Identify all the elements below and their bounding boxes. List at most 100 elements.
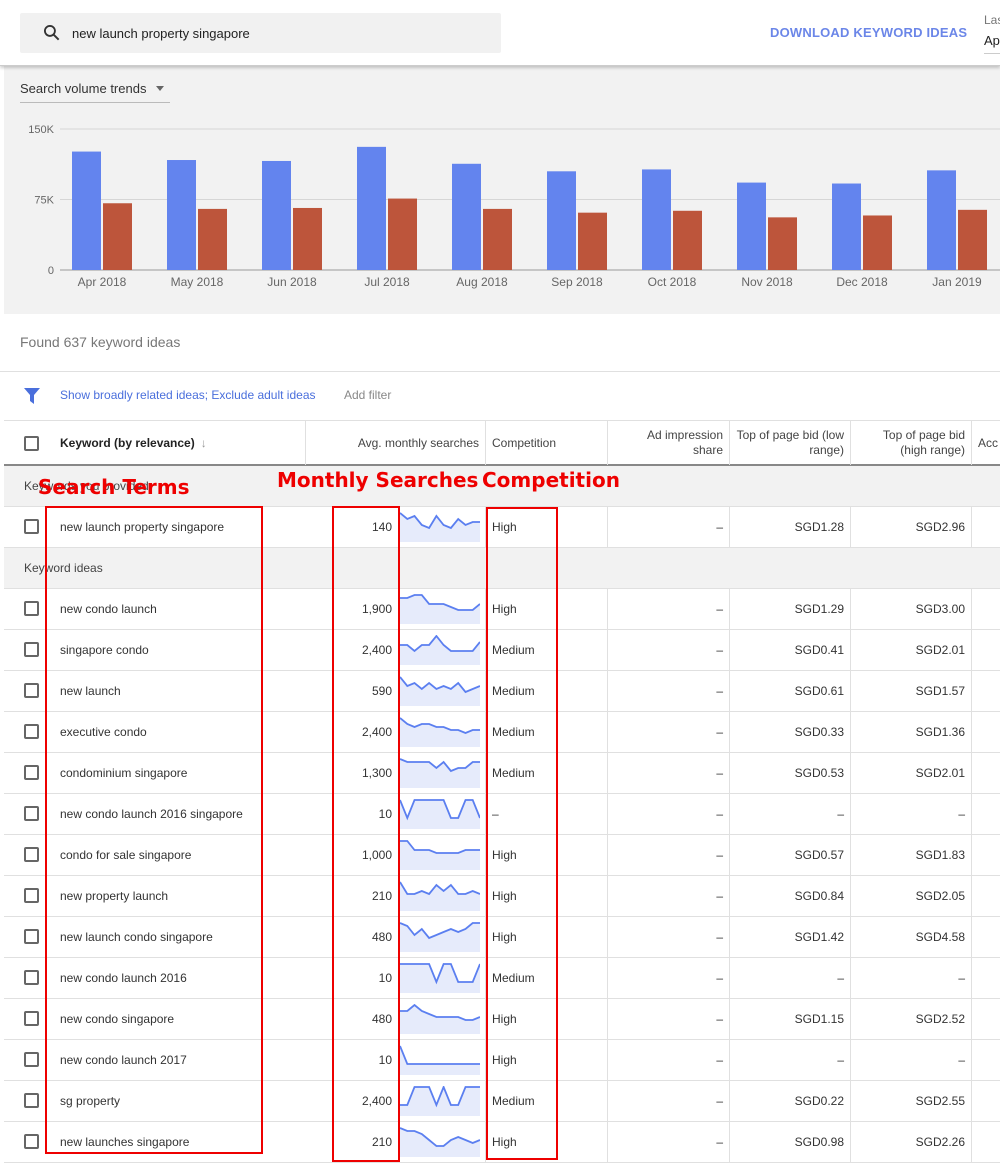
bid-high-cell: SGD1.36: [851, 712, 972, 752]
row-checkbox[interactable]: [24, 1052, 39, 1067]
impression-cell: –: [608, 507, 730, 547]
impression-cell: –: [608, 876, 730, 916]
bar-total[interactable]: [547, 171, 576, 270]
row-checkbox[interactable]: [24, 1093, 39, 1108]
bid-low-cell: SGD0.61: [730, 671, 851, 711]
bid-high-cell: SGD3.00: [851, 589, 972, 629]
trend-sparkline: [398, 917, 486, 957]
impression-cell: –: [608, 1040, 730, 1080]
search-icon: [44, 25, 60, 41]
bar-mobile[interactable]: [768, 217, 797, 270]
col-account[interactable]: Acc: [972, 421, 1000, 465]
table-header: Keyword (by relevance) ↓ Avg. monthly sea…: [4, 420, 1000, 466]
bid-low-cell: SGD1.42: [730, 917, 851, 957]
bid-high-cell: –: [851, 794, 972, 834]
bar-total[interactable]: [357, 146, 386, 270]
row-checkbox[interactable]: [24, 929, 39, 944]
col-competition[interactable]: Competition: [486, 421, 608, 465]
col-bid-high[interactable]: Top of page bid (high range): [851, 421, 972, 465]
row-checkbox[interactable]: [24, 806, 39, 821]
bar-mobile[interactable]: [958, 209, 987, 270]
bid-low-cell: SGD0.57: [730, 835, 851, 875]
col-impression[interactable]: Ad impression share: [608, 421, 730, 465]
bar-mobile[interactable]: [388, 198, 417, 270]
row-checkbox[interactable]: [24, 601, 39, 616]
impression-cell: –: [608, 630, 730, 670]
impression-cell: –: [608, 999, 730, 1039]
bid-high-cell: SGD2.01: [851, 630, 972, 670]
bar-mobile[interactable]: [578, 212, 607, 270]
date-range-select[interactable]: Ap: [984, 33, 1000, 54]
add-filter-button[interactable]: Add filter: [344, 388, 391, 402]
annotation-monthly: Monthly Searches: [277, 468, 479, 492]
bid-low-cell: –: [730, 1040, 851, 1080]
x-tick-label: Jan 2019: [932, 275, 982, 289]
row-checkbox[interactable]: [24, 683, 39, 698]
chart-panel: 0 75K 150K Apr 2018 May 2018 Jun 2018 Jul 2018…: [4, 66, 1000, 314]
chart-type-label: Search volume trends: [20, 81, 147, 96]
impression-cell: –: [608, 958, 730, 998]
bar-mobile[interactable]: [293, 207, 322, 270]
y-tick-label: 150K: [28, 124, 54, 136]
bar-mobile[interactable]: [483, 208, 512, 270]
x-tick-label: Sep 2018: [551, 275, 603, 289]
search-box[interactable]: [20, 13, 501, 53]
select-all-checkbox[interactable]: [24, 435, 39, 451]
trend-sparkline: [398, 958, 486, 998]
download-keyword-ideas-button[interactable]: DOWNLOAD KEYWORD IDEAS: [770, 25, 967, 40]
bar-total[interactable]: [737, 182, 766, 270]
impression-cell: –: [608, 712, 730, 752]
row-checkbox[interactable]: [24, 642, 39, 657]
trend-sparkline: [398, 1122, 486, 1162]
bar-total[interactable]: [642, 169, 671, 270]
bid-high-cell: SGD4.58: [851, 917, 972, 957]
row-checkbox[interactable]: [24, 765, 39, 780]
bar-mobile[interactable]: [863, 215, 892, 270]
bid-low-cell: SGD0.53: [730, 753, 851, 793]
row-checkbox[interactable]: [24, 519, 39, 534]
bar-mobile[interactable]: [673, 210, 702, 270]
bid-high-cell: SGD1.83: [851, 835, 972, 875]
bar-mobile[interactable]: [103, 203, 132, 270]
row-checkbox[interactable]: [24, 847, 39, 862]
row-checkbox[interactable]: [24, 724, 39, 739]
dropdown-caret-icon: [156, 86, 165, 95]
row-checkbox[interactable]: [24, 1011, 39, 1026]
bid-low-cell: SGD1.28: [730, 507, 851, 547]
trend-sparkline: [398, 794, 486, 834]
bid-high-cell: SGD2.05: [851, 876, 972, 916]
bid-low-cell: SGD0.84: [730, 876, 851, 916]
col-bid-low[interactable]: Top of page bid (low range): [730, 421, 851, 465]
chart-type-dropdown[interactable]: Search volume trends: [20, 81, 171, 103]
date-range-label: Las: [984, 13, 1000, 27]
bar-mobile[interactable]: [198, 208, 227, 270]
bar-total[interactable]: [167, 160, 196, 270]
impression-cell: –: [608, 917, 730, 957]
trend-sparkline: [398, 589, 486, 629]
filter-link[interactable]: Show broadly related ideas; Exclude adul…: [60, 388, 316, 402]
col-searches[interactable]: Avg. monthly searches: [306, 421, 486, 465]
filter-bar: Show broadly related ideas; Exclude adul…: [0, 371, 1000, 420]
impression-cell: –: [608, 753, 730, 793]
impression-cell: –: [608, 835, 730, 875]
x-tick-label: May 2018: [171, 275, 224, 289]
bar-total[interactable]: [262, 160, 291, 270]
search-input[interactable]: [72, 13, 492, 53]
x-tick-label: Aug 2018: [456, 275, 508, 289]
row-checkbox[interactable]: [24, 970, 39, 985]
bid-low-cell: SGD0.41: [730, 630, 851, 670]
row-checkbox[interactable]: [24, 1134, 39, 1149]
bid-high-cell: SGD2.26: [851, 1122, 972, 1162]
filter-icon[interactable]: [24, 388, 40, 404]
annotation-box-competition: [486, 507, 558, 1160]
bar-total[interactable]: [927, 170, 956, 270]
bar-total[interactable]: [832, 183, 861, 270]
x-tick-label: Oct 2018: [648, 275, 697, 289]
bar-total[interactable]: [452, 163, 481, 270]
trend-sparkline: [398, 712, 486, 752]
col-keyword[interactable]: Keyword (by relevance) ↓: [4, 421, 306, 465]
row-checkbox[interactable]: [24, 888, 39, 903]
trend-sparkline: [398, 876, 486, 916]
bar-total[interactable]: [72, 151, 101, 270]
bid-high-cell: –: [851, 1040, 972, 1080]
